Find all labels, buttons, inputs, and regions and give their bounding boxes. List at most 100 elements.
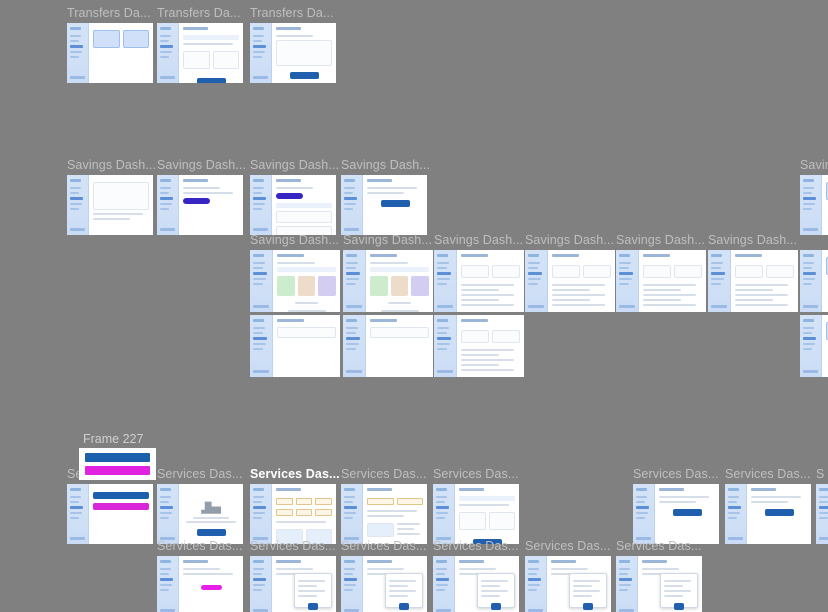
frame-label[interactable]: Savings Dash... (341, 158, 430, 173)
frame-thumbnail[interactable] (434, 315, 524, 377)
primary-bar[interactable] (85, 453, 150, 462)
canvas-frame[interactable]: Transfers Da... (67, 6, 153, 83)
canvas-frame[interactable]: Services Das... (633, 467, 719, 544)
frame-thumbnail[interactable] (157, 556, 243, 612)
canvas-frame[interactable] (434, 315, 524, 377)
frame-thumbnail[interactable] (250, 250, 340, 312)
canvas-frame[interactable]: Services Das... (525, 539, 611, 612)
canvas-frame[interactable] (343, 315, 433, 377)
canvas-frame[interactable]: Services Das... (157, 539, 243, 612)
canvas-frame[interactable]: Services Das... (433, 467, 519, 544)
frame-thumbnail[interactable] (816, 484, 828, 544)
canvas-frame[interactable]: Savings Dash... (67, 158, 156, 235)
canvas-frame[interactable]: Savings Dash... (616, 233, 706, 312)
canvas-frame[interactable]: Savings Dash... (341, 158, 430, 235)
canvas-frame[interactable]: Services Das... (250, 539, 336, 612)
mini-logo (344, 488, 355, 491)
frame-label[interactable]: Services Das... (341, 539, 427, 554)
frame-label[interactable]: Savings Dash... (157, 158, 246, 173)
canvas-frame[interactable]: Services Das... (725, 467, 811, 544)
frame-label[interactable]: Savings Dash... (250, 233, 339, 248)
canvas-frame[interactable]: Savings Dash... (434, 233, 524, 312)
frame-label[interactable]: Savings Dash... (708, 233, 797, 248)
selected-frame-label[interactable]: Frame 227 (83, 432, 143, 446)
frame-thumbnail[interactable] (250, 556, 336, 612)
canvas-frame[interactable]: S (816, 467, 828, 544)
canvas-frame[interactable]: Services Das... (157, 467, 243, 544)
frame-thumbnail[interactable] (525, 250, 615, 312)
canvas-frame[interactable]: Savings Dash... (525, 233, 615, 312)
frame-label[interactable]: Services Das... (341, 467, 427, 482)
frame-thumbnail[interactable] (341, 175, 427, 235)
frame-label[interactable]: Services Das... (250, 467, 340, 482)
frame-thumbnail[interactable] (157, 484, 243, 544)
frame-thumbnail[interactable] (800, 250, 828, 312)
frame-label[interactable]: Services Das... (433, 467, 519, 482)
frame-thumbnail[interactable] (341, 556, 427, 612)
canvas-frame[interactable]: Savings Dash... (250, 233, 340, 312)
frame-thumbnail[interactable] (616, 556, 702, 612)
canvas-frame[interactable]: Services Das... (616, 539, 702, 612)
canvas-frame[interactable]: Savin (800, 158, 828, 235)
frame-thumbnail[interactable] (343, 250, 433, 312)
frame-thumbnail[interactable] (708, 250, 798, 312)
canvas-frame[interactable]: Transfers Da... (157, 6, 243, 83)
frame-label[interactable]: Services Das... (725, 467, 811, 482)
canvas-frame[interactable] (800, 250, 828, 312)
frame-label[interactable]: Services Das... (525, 539, 611, 554)
canvas-frame[interactable]: Services Das... (341, 539, 427, 612)
frame-label[interactable]: Savings Dash... (67, 158, 156, 173)
frame-thumbnail[interactable] (800, 315, 828, 377)
accent-bar[interactable] (85, 466, 150, 475)
frame-label[interactable]: Transfers Da... (250, 6, 334, 21)
canvas-frame[interactable]: Transfers Da... (250, 6, 336, 83)
selected-frame[interactable] (79, 448, 156, 480)
frame-label[interactable]: Savings Dash... (525, 233, 614, 248)
frame-label[interactable]: Transfers Da... (157, 6, 241, 21)
frame-label[interactable]: Savings Dash... (343, 233, 432, 248)
frame-thumbnail[interactable] (800, 175, 828, 235)
frame-label[interactable]: Savings Dash... (250, 158, 339, 173)
frame-label[interactable]: Services Das... (633, 467, 719, 482)
frame-label[interactable]: Services Das... (616, 539, 702, 554)
frame-thumbnail[interactable] (434, 250, 524, 312)
frame-thumbnail[interactable] (67, 484, 153, 544)
canvas-frame[interactable]: Services Das... (250, 467, 340, 544)
frame-label[interactable]: Services Das... (157, 539, 243, 554)
frame-thumbnail[interactable] (67, 175, 153, 235)
frame-label[interactable]: Savin (800, 158, 828, 173)
canvas-frame[interactable]: Services Das... (67, 467, 153, 544)
frame-thumbnail[interactable] (157, 23, 243, 83)
canvas-frame[interactable]: Savings Dash... (157, 158, 246, 235)
frame-thumbnail[interactable] (157, 175, 243, 235)
frame-thumbnail[interactable] (250, 315, 340, 377)
frame-label[interactable]: S (816, 467, 824, 482)
frame-thumbnail[interactable] (433, 484, 519, 544)
frame-thumbnail[interactable] (250, 484, 336, 544)
frame-label[interactable]: Services Das... (433, 539, 519, 554)
frame-thumbnail[interactable] (341, 484, 427, 544)
frame-label[interactable]: Transfers Da... (67, 6, 151, 21)
frame-thumbnail[interactable] (343, 315, 433, 377)
canvas-frame[interactable]: Savings Dash... (250, 158, 339, 235)
frame-thumbnail[interactable] (67, 23, 153, 83)
canvas-frame[interactable]: Services Das... (341, 467, 427, 544)
frame-label[interactable]: Savings Dash... (616, 233, 705, 248)
canvas-frame[interactable] (800, 315, 828, 377)
frame-thumbnail[interactable] (616, 250, 706, 312)
frame-thumbnail[interactable] (525, 556, 611, 612)
frame-thumbnail[interactable] (433, 556, 519, 612)
mini-content (179, 484, 243, 544)
canvas-frame[interactable]: Services Das... (433, 539, 519, 612)
canvas-frame[interactable]: Savings Dash... (343, 233, 433, 312)
frame-label[interactable]: Services Das... (250, 539, 336, 554)
frame-thumbnail[interactable] (725, 484, 811, 544)
design-canvas[interactable]: Transfers Da... Transfers Da... Transfers … (0, 0, 828, 612)
canvas-frame[interactable] (250, 315, 340, 377)
frame-thumbnail[interactable] (250, 175, 336, 235)
frame-thumbnail[interactable] (633, 484, 719, 544)
frame-label[interactable]: Services Das... (157, 467, 243, 482)
frame-thumbnail[interactable] (250, 23, 336, 83)
canvas-frame[interactable]: Savings Dash... (708, 233, 798, 312)
frame-label[interactable]: Savings Dash... (434, 233, 523, 248)
